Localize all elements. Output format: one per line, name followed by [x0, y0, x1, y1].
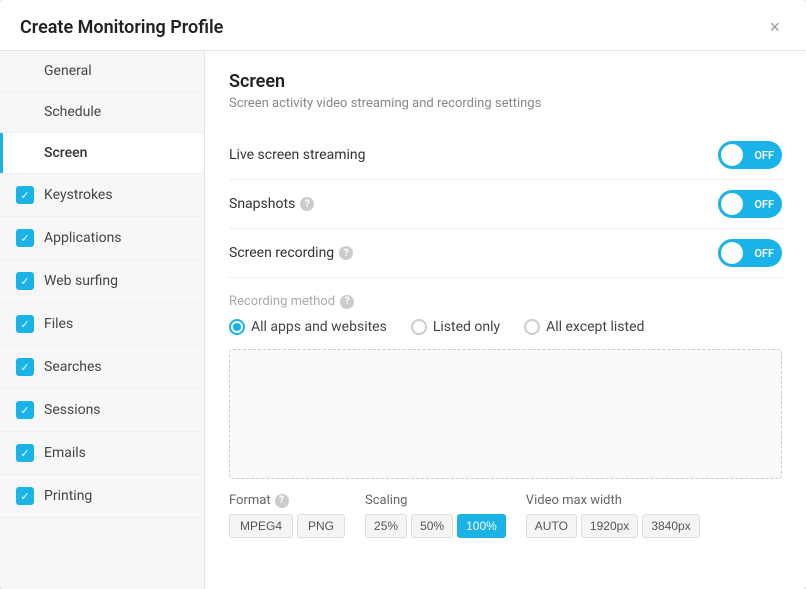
toggle-track-live-streaming: OFF — [718, 141, 782, 169]
main-content: Screen Screen activity video streaming a… — [205, 51, 806, 589]
check-icon-searches: ✓ — [16, 358, 34, 376]
dialog-title: Create Monitoring Profile — [20, 17, 223, 38]
maxwidth-btn-3840px[interactable]: 3840px — [642, 514, 699, 538]
toggle-live-streaming[interactable]: OFF — [718, 141, 782, 169]
scaling-title: Scaling — [365, 493, 506, 508]
sidebar-item-emails[interactable]: ✓ Emails — [0, 432, 204, 475]
sidebar-label-screen: Screen — [44, 145, 188, 161]
drop-area — [229, 349, 782, 479]
toggle-track-screen-recording: OFF — [718, 239, 782, 267]
toggle-snapshots[interactable]: OFF — [718, 190, 782, 218]
setting-label-snapshots: Snapshots? — [229, 196, 314, 212]
sidebar-item-searches[interactable]: ✓ Searches — [0, 346, 204, 389]
sidebar-item-sessions[interactable]: ✓ Sessions — [0, 389, 204, 432]
check-icon-web-surfing: ✓ — [16, 272, 34, 290]
format-section: Format ? MPEG4PNG Scaling 25%50%100% Vid… — [229, 493, 782, 538]
create-monitoring-profile-dialog: Create Monitoring Profile × General Sched… — [0, 0, 806, 589]
sidebar-label-searches: Searches — [44, 359, 188, 375]
toggle-track-snapshots: OFF — [718, 190, 782, 218]
sidebar-label-applications: Applications — [44, 230, 188, 246]
scaling-btn-50%[interactable]: 50% — [411, 514, 453, 538]
format-btn-png[interactable]: PNG — [297, 514, 345, 538]
setting-row-screen-recording: Screen recording? OFF — [229, 229, 782, 278]
sidebar-label-schedule: Schedule — [44, 104, 188, 120]
scaling-btn-100%[interactable]: 100% — [457, 514, 506, 538]
sidebar-item-files[interactable]: ✓ Files — [0, 303, 204, 346]
sidebar-item-screen[interactable]: Screen — [0, 133, 204, 174]
close-button[interactable]: × — [763, 16, 786, 38]
recording-method-section: Recording method ? All apps and websites… — [229, 294, 782, 335]
setting-label-text-live-streaming: Live screen streaming — [229, 147, 366, 163]
setting-label-screen-recording: Screen recording? — [229, 245, 353, 261]
radio-option-all-except[interactable]: All except listed — [524, 319, 644, 335]
format-btn-mpeg4[interactable]: MPEG4 — [229, 514, 293, 538]
scaling-buttons: 25%50%100% — [365, 514, 506, 538]
sidebar-label-sessions: Sessions — [44, 402, 188, 418]
setting-label-live-streaming: Live screen streaming — [229, 147, 366, 163]
radio-circle-all-except — [524, 319, 540, 335]
section-title: Screen — [229, 71, 782, 92]
setting-label-text-screen-recording: Screen recording — [229, 245, 334, 261]
maxwidth-btn-AUTO[interactable]: AUTO — [526, 514, 577, 538]
video-max-width-buttons: AUTO1920px3840px — [526, 514, 700, 538]
toggle-label-snapshots: OFF — [754, 198, 774, 211]
toggle-screen-recording[interactable]: OFF — [718, 239, 782, 267]
dialog-header: Create Monitoring Profile × — [0, 0, 806, 51]
video-max-width-group: Video max width AUTO1920px3840px — [526, 493, 700, 538]
radio-option-listed-only[interactable]: Listed only — [411, 319, 500, 335]
check-icon-files: ✓ — [16, 315, 34, 333]
check-icon-keystrokes: ✓ — [16, 186, 34, 204]
setting-label-text-snapshots: Snapshots — [229, 196, 295, 212]
radio-label-all-apps: All apps and websites — [251, 319, 387, 335]
scaling-group: Scaling 25%50%100% — [365, 493, 506, 538]
format-group: Format ? MPEG4PNG — [229, 493, 345, 538]
sidebar-label-emails: Emails — [44, 445, 188, 461]
maxwidth-btn-1920px[interactable]: 1920px — [581, 514, 638, 538]
section-subtitle: Screen activity video streaming and reco… — [229, 96, 782, 111]
format-title: Format ? — [229, 493, 345, 508]
sidebar-label-keystrokes: Keystrokes — [44, 187, 188, 203]
sidebar-label-web-surfing: Web surfing — [44, 273, 188, 289]
setting-row-live-streaming: Live screen streaming OFF — [229, 131, 782, 180]
format-help-icon[interactable]: ? — [275, 494, 289, 508]
recording-method-title: Recording method ? — [229, 294, 782, 309]
toggle-thumb-snapshots — [721, 193, 743, 215]
sidebar-item-schedule[interactable]: Schedule — [0, 92, 204, 133]
sidebar-label-files: Files — [44, 316, 188, 332]
toggle-label-screen-recording: OFF — [754, 247, 774, 260]
video-max-width-title: Video max width — [526, 493, 700, 508]
recording-method-help-icon[interactable]: ? — [340, 295, 354, 309]
sidebar-item-printing[interactable]: ✓ Printing — [0, 475, 204, 518]
format-buttons: MPEG4PNG — [229, 514, 345, 538]
toggle-label-live-streaming: OFF — [754, 149, 774, 162]
radio-label-all-except: All except listed — [546, 319, 644, 335]
check-icon-emails: ✓ — [16, 444, 34, 462]
check-icon-applications: ✓ — [16, 229, 34, 247]
radio-circle-all-apps — [229, 319, 245, 335]
check-icon-printing: ✓ — [16, 487, 34, 505]
sidebar-item-web-surfing[interactable]: ✓ Web surfing — [0, 260, 204, 303]
radio-circle-listed-only — [411, 319, 427, 335]
scaling-btn-25%[interactable]: 25% — [365, 514, 407, 538]
check-icon-sessions: ✓ — [16, 401, 34, 419]
sidebar-label-printing: Printing — [44, 488, 188, 504]
radio-option-all-apps[interactable]: All apps and websites — [229, 319, 387, 335]
sidebar-item-applications[interactable]: ✓ Applications — [0, 217, 204, 260]
radio-group: All apps and websites Listed only All exce… — [229, 319, 782, 335]
dialog-body: General Schedule Screen ✓ Keystrokes ✓ Applica… — [0, 51, 806, 589]
toggle-thumb-live-streaming — [721, 144, 743, 166]
setting-row-snapshots: Snapshots? OFF — [229, 180, 782, 229]
toggle-thumb-screen-recording — [721, 242, 743, 264]
help-icon-screen-recording[interactable]: ? — [339, 246, 353, 260]
help-icon-snapshots[interactable]: ? — [300, 197, 314, 211]
sidebar-item-keystrokes[interactable]: ✓ Keystrokes — [0, 174, 204, 217]
sidebar-label-general: General — [44, 63, 188, 79]
radio-label-listed-only: Listed only — [433, 319, 500, 335]
sidebar-item-general[interactable]: General — [0, 51, 204, 92]
sidebar: General Schedule Screen ✓ Keystrokes ✓ Applica… — [0, 51, 205, 589]
